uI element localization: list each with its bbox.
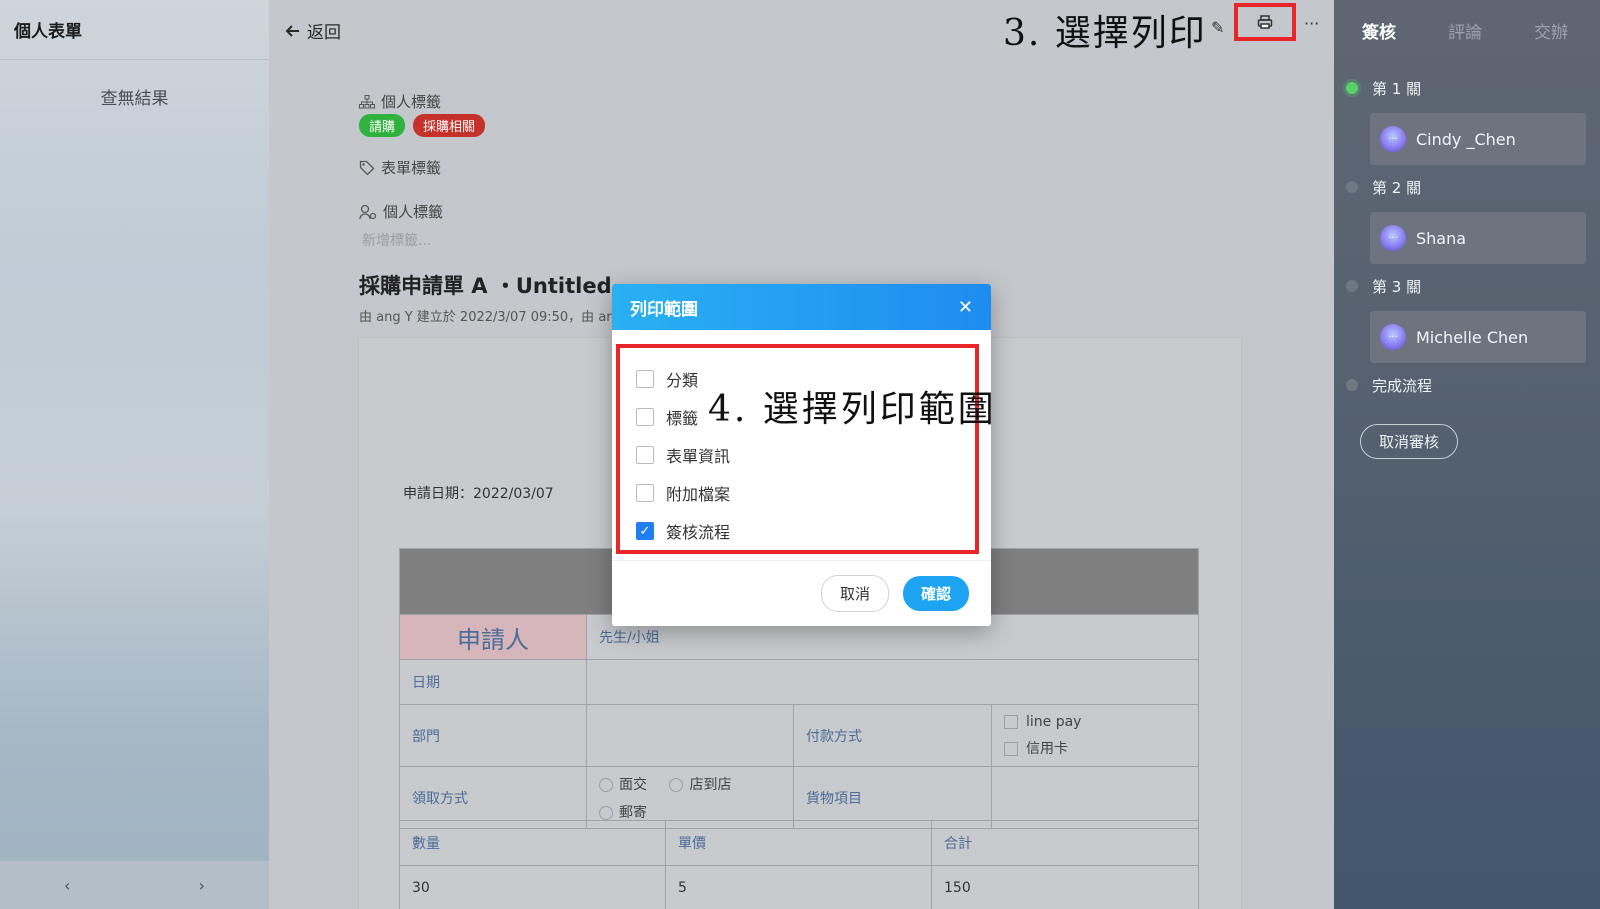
hierarchy-icon bbox=[359, 94, 375, 108]
print-range-dialog: 列印範圍 ✕ 分類 標籤 表單資訊 附加檔案 ✓ 簽核流程 4. 選擇列印範圍 … bbox=[612, 284, 991, 626]
approver-card[interactable]: ··· Shana bbox=[1370, 212, 1586, 264]
close-icon[interactable]: ✕ bbox=[958, 297, 973, 318]
left-panel-title: 個人表單 bbox=[0, 0, 269, 60]
radio[interactable] bbox=[669, 777, 684, 792]
step-label: 第 1 關 bbox=[1372, 80, 1422, 98]
payment-options: line pay 信用卡 bbox=[991, 704, 1199, 767]
step-status-dot bbox=[1346, 280, 1358, 292]
personal-tags-heading: 個人標籤 bbox=[359, 91, 441, 112]
payment-label: 付款方式 bbox=[793, 704, 992, 767]
qty-header: 數量 bbox=[399, 820, 666, 866]
tag-list: 請購 採購相關 bbox=[359, 114, 486, 137]
next-page-button[interactable]: › bbox=[199, 876, 205, 895]
tab-comments[interactable]: 評論 bbox=[1448, 18, 1482, 43]
table-row: 數量 單價 合計 bbox=[399, 820, 1199, 866]
pagination: ‹ › bbox=[0, 861, 269, 909]
unit-price-value: 5 bbox=[665, 865, 932, 909]
unit-price-header: 單價 bbox=[665, 820, 932, 866]
date-label: 日期 bbox=[399, 659, 587, 705]
printer-icon bbox=[1257, 15, 1273, 29]
table-row: 30 5 150 bbox=[399, 865, 1199, 909]
arrow-left-icon bbox=[285, 24, 299, 37]
annotation-step3: 3. 選擇列印 bbox=[1003, 13, 1207, 54]
checkbox[interactable] bbox=[1004, 714, 1018, 729]
step-status-dot bbox=[1346, 82, 1358, 94]
tag-chip[interactable]: 請購 bbox=[359, 114, 406, 137]
left-panel: 個人表單 查無結果 ‹ › bbox=[0, 0, 269, 909]
tag-icon bbox=[359, 160, 375, 175]
form-title: 採購申請單 A ・Untitled bbox=[359, 274, 612, 298]
applicant-label: 申請人 bbox=[399, 614, 587, 660]
dialog-body: 分類 標籤 表單資訊 附加檔案 ✓ 簽核流程 4. 選擇列印範圍 bbox=[612, 330, 991, 560]
add-tag-input[interactable]: 新增標籤... bbox=[362, 230, 431, 250]
date-cell bbox=[586, 659, 1199, 705]
step-label: 第 2 關 bbox=[1372, 179, 1422, 197]
more-options-icon[interactable]: ··· bbox=[1304, 14, 1319, 33]
step-status-dot bbox=[1346, 379, 1358, 391]
avatar: ··· bbox=[1380, 126, 1406, 152]
dept-cell bbox=[586, 704, 794, 767]
step-done-label: 完成流程 bbox=[1372, 377, 1433, 395]
step-label: 第 3 關 bbox=[1372, 278, 1422, 296]
cancel-review-button[interactable]: 取消審核 bbox=[1360, 424, 1459, 459]
total-header: 合計 bbox=[931, 820, 1199, 866]
approver-card[interactable]: ··· Michelle Chen bbox=[1370, 311, 1586, 363]
radio[interactable] bbox=[599, 805, 613, 820]
print-button[interactable] bbox=[1234, 3, 1296, 41]
confirm-button[interactable]: 確認 bbox=[902, 576, 969, 611]
tab-approve[interactable]: 簽核 bbox=[1362, 18, 1396, 43]
dialog-footer: 取消 確認 bbox=[612, 560, 991, 626]
cancel-button[interactable]: 取消 bbox=[820, 575, 889, 612]
checkbox[interactable] bbox=[1004, 741, 1018, 756]
approver-name: Shana bbox=[1416, 228, 1467, 248]
radio[interactable] bbox=[599, 777, 613, 792]
annotation-step4: 4. 選擇列印範圍 bbox=[708, 389, 991, 430]
approver-name: Cindy _Chen bbox=[1416, 129, 1516, 149]
table-row: 日期 bbox=[399, 659, 1199, 705]
approver-card[interactable]: ··· Cindy _Chen bbox=[1370, 113, 1586, 165]
tag-chip[interactable]: 採購相關 bbox=[413, 114, 486, 137]
user-tag-icon bbox=[359, 204, 377, 219]
tab-assign[interactable]: 交辦 bbox=[1534, 18, 1568, 43]
form-created-info: 由 ang Y 建立於 2022/3/07 09:50，由 ar bbox=[359, 310, 612, 325]
highlight-frame bbox=[616, 344, 979, 554]
quantity-table: 數量 單價 合計 30 5 150 bbox=[399, 820, 1199, 909]
back-label: 返回 bbox=[307, 23, 341, 43]
personal-tags-heading-2: 個人標籤 bbox=[359, 201, 443, 222]
approval-panel: 簽核 評論 交辦 第 1 關 ··· Cindy _Chen 第 2 關 ···… bbox=[1334, 0, 1600, 909]
step-status-dot bbox=[1346, 181, 1358, 193]
approver-name: Michelle Chen bbox=[1416, 327, 1529, 347]
apply-date: 申請日期：2022/03/07 bbox=[403, 486, 554, 502]
dialog-header: 列印範圍 ✕ bbox=[612, 284, 991, 330]
qty-value: 30 bbox=[399, 865, 666, 909]
avatar: ··· bbox=[1380, 225, 1406, 251]
table-row: 部門 付款方式 line pay 信用卡 bbox=[399, 704, 1199, 767]
empty-state: 查無結果 bbox=[100, 89, 169, 109]
total-value: 150 bbox=[931, 865, 1199, 909]
panel-tabs: 簽核 評論 交辦 bbox=[1334, 0, 1600, 60]
back-button[interactable]: 返回 bbox=[285, 18, 341, 43]
form-tags-heading: 表單標籤 bbox=[359, 157, 441, 178]
prev-page-button[interactable]: ‹ bbox=[64, 876, 70, 895]
edit-pencil-icon[interactable]: ✎ bbox=[1211, 18, 1224, 37]
dialog-title: 列印範圍 bbox=[630, 299, 698, 320]
dept-label: 部門 bbox=[399, 704, 587, 767]
avatar: ··· bbox=[1380, 324, 1406, 350]
